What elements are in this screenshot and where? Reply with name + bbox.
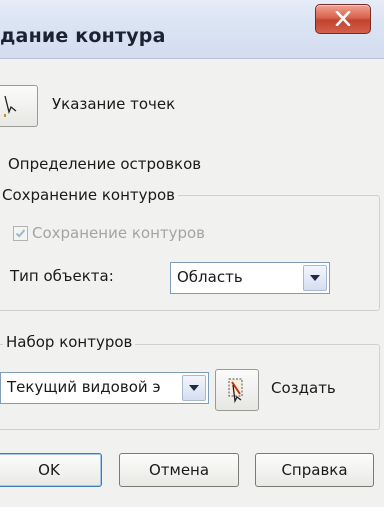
- title-bar: дание контура: [0, 0, 384, 59]
- ok-button[interactable]: OK: [0, 453, 102, 487]
- checkmark-icon: [15, 229, 26, 238]
- pick-points-label: Указание точек: [52, 95, 176, 113]
- boundary-set-value: Текущий видовой э: [7, 378, 161, 396]
- object-type-select[interactable]: Область: [170, 262, 330, 294]
- object-type-label: Тип объекта:: [10, 267, 114, 285]
- retain-boundaries-checkbox[interactable]: [13, 226, 28, 241]
- pick-points-icon: [4, 95, 17, 117]
- new-boundary-set-label: Создать: [271, 379, 336, 397]
- chevron-down-icon: [189, 385, 199, 391]
- close-button[interactable]: [315, 4, 371, 34]
- retain-boundaries-checkbox-label: Сохранение контуров: [32, 224, 206, 242]
- cancel-button[interactable]: Отмена: [119, 453, 239, 487]
- chevron-down-icon: [310, 275, 320, 281]
- object-type-dropdown-button[interactable]: [303, 265, 327, 291]
- retain-boundaries-group-title: Сохранение контуров: [0, 186, 179, 204]
- help-button[interactable]: Справка: [255, 453, 374, 487]
- object-type-value: Область: [177, 268, 243, 286]
- pick-points-button[interactable]: [0, 85, 38, 127]
- boundary-set-dropdown-button[interactable]: [182, 375, 206, 401]
- new-boundary-set-button[interactable]: [215, 369, 259, 411]
- window-title: дание контура: [0, 25, 166, 47]
- close-icon: [335, 11, 351, 26]
- island-detection-label[interactable]: Определение островков: [8, 155, 201, 173]
- boundary-set-select[interactable]: Текущий видовой э: [0, 372, 209, 404]
- new-selection-icon: [228, 378, 243, 404]
- boundary-set-group-title: Набор контуров: [3, 333, 136, 351]
